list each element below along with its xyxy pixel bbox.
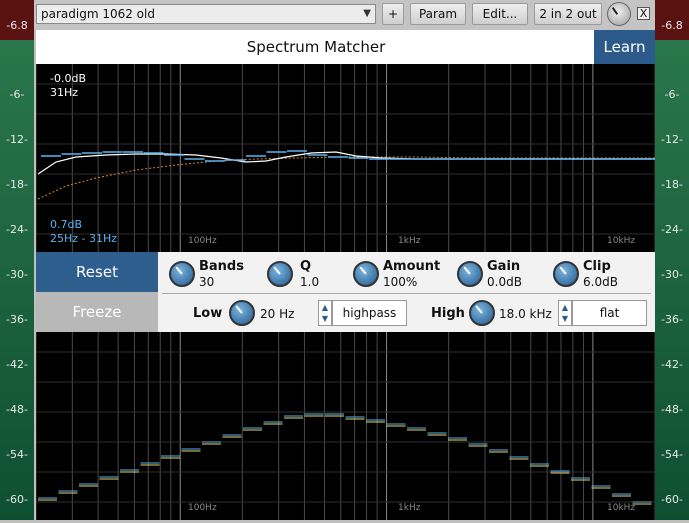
q-label: Q: [300, 259, 312, 274]
meter-scale-tick: -48-: [661, 403, 683, 416]
low-label: Low: [193, 306, 223, 321]
meter-peak-readout: -6.8: [661, 19, 683, 32]
match-curve-svg: -0.0dB 31Hz 0.7dB 25Hz - 31Hz 100Hz 1kHz…: [35, 64, 656, 252]
right-level-meter: -6.8 -6- -12- -18- -24- -30- -36- -42- -48- -54-…: [655, 0, 689, 520]
meter-scale-tick: -24-: [6, 223, 28, 236]
freq-label-10khz: 10kHz: [607, 503, 635, 513]
left-level-meter: -6.8 -6- -12- -18- -24- -30- -36- -42- -48- -54-…: [0, 0, 34, 520]
high-label: High: [431, 306, 465, 321]
meter-scale-tick: -48-: [6, 403, 28, 416]
low-freq-knob[interactable]: [229, 300, 255, 326]
meter-scale-tick: -30-: [6, 268, 28, 281]
grid: [35, 332, 656, 520]
meter-scale-tick: -24-: [661, 223, 683, 236]
meter-scale-tick: -42-: [6, 358, 28, 371]
freeze-button[interactable]: Freeze: [36, 292, 158, 332]
high-filter-select[interactable]: flat: [572, 300, 647, 326]
meter-scale-tick: -18-: [6, 178, 28, 191]
amount-knob[interactable]: [353, 261, 379, 287]
gain-label: Gain: [487, 259, 521, 274]
meter-scale-tick: -12-: [6, 133, 28, 146]
gain-value: 0.0dB: [487, 275, 522, 289]
high-freq-knob[interactable]: [469, 300, 495, 326]
high-freq-value: 18.0 kHz: [499, 307, 552, 321]
param-button[interactable]: Param: [410, 3, 466, 25]
q-knob[interactable]: [267, 261, 293, 287]
meter-scale-tick: -60-: [6, 493, 28, 506]
freq-label-1khz: 1kHz: [398, 236, 421, 246]
clip-knob[interactable]: [553, 261, 579, 287]
amount-value: 100%: [383, 275, 418, 289]
meter-scale-tick: -60-: [661, 493, 683, 506]
clip-value: 6.0dB: [583, 275, 618, 289]
freq-label-100hz: 100Hz: [188, 236, 217, 246]
gain-knob[interactable]: [457, 261, 483, 287]
meter-scale-tick: -54-: [6, 448, 28, 461]
high-filter-stepper[interactable]: ▲ ▼: [558, 300, 572, 326]
band-markers: [41, 150, 656, 162]
preset-name: paradigm 1062 old: [41, 7, 155, 21]
meter-scale-tick: -6-: [9, 88, 25, 101]
match-curve-graph[interactable]: -0.0dB 31Hz 0.7dB 25Hz - 31Hz 100Hz 1kHz…: [35, 64, 656, 252]
readout-hz: 31Hz: [50, 86, 78, 99]
reset-button[interactable]: Reset: [36, 252, 158, 292]
low-freq-value: 20 Hz: [260, 307, 295, 321]
meter-scale-tick: -18-: [661, 178, 683, 191]
band-range: 25Hz - 31Hz: [50, 232, 117, 245]
freq-label-10khz: 10kHz: [607, 236, 635, 246]
low-filter-stepper[interactable]: ▲ ▼: [318, 300, 332, 326]
meter-scale-tick: -36-: [661, 313, 683, 326]
chevron-down-icon[interactable]: ▼: [559, 314, 571, 323]
meter-scale-tick: -12-: [661, 133, 683, 146]
freq-label-1khz: 1kHz: [398, 503, 421, 513]
wet-dry-knob[interactable]: [607, 2, 631, 26]
readout-db: -0.0dB: [50, 72, 86, 85]
spectrum-svg: 100Hz 1kHz 10kHz: [35, 332, 656, 520]
plugin-header: Spectrum Matcher Learn: [36, 30, 655, 64]
io-config-button[interactable]: 2 in 2 out: [534, 3, 602, 25]
bands-knob[interactable]: [169, 261, 195, 287]
meter-scale-tick: -42-: [661, 358, 683, 371]
amount-label: Amount: [383, 259, 441, 274]
meter-scale-tick: -36-: [6, 313, 28, 326]
meter-scale-tick: -6-: [664, 88, 680, 101]
spectrum-bars: [38, 413, 652, 505]
freq-label-100hz: 100Hz: [188, 503, 217, 513]
meter-scale-tick: -30-: [661, 268, 683, 281]
edit-button[interactable]: Edit...: [472, 3, 528, 25]
band-db: 0.7dB: [50, 218, 82, 231]
add-preset-button[interactable]: +: [382, 3, 404, 25]
control-panel: Reset Freeze Bands 30 Q 1.0 Amount 100% …: [36, 252, 655, 332]
plugin-title: Spectrum Matcher: [246, 38, 386, 56]
chevron-down-icon[interactable]: ▼: [319, 314, 331, 323]
target-curve-orange: [37, 156, 655, 200]
chevron-up-icon[interactable]: ▲: [319, 303, 331, 312]
bands-value: 30: [199, 275, 215, 289]
clip-label: Clip: [583, 259, 611, 274]
preset-dropdown[interactable]: paradigm 1062 old ▼: [36, 4, 376, 24]
close-icon[interactable]: X: [637, 7, 650, 20]
meter-peak-readout: -6.8: [6, 19, 28, 32]
bands-label: Bands: [199, 259, 244, 274]
learn-button[interactable]: Learn: [594, 30, 655, 64]
divider: [162, 293, 651, 294]
chevron-down-icon: ▼: [363, 8, 371, 19]
spectrum-graph[interactable]: 100Hz 1kHz 10kHz: [35, 332, 656, 520]
chevron-up-icon[interactable]: ▲: [559, 303, 571, 312]
q-value: 1.0: [300, 275, 320, 289]
low-filter-select[interactable]: highpass: [332, 300, 407, 326]
meter-scale-tick: -54-: [661, 448, 683, 461]
